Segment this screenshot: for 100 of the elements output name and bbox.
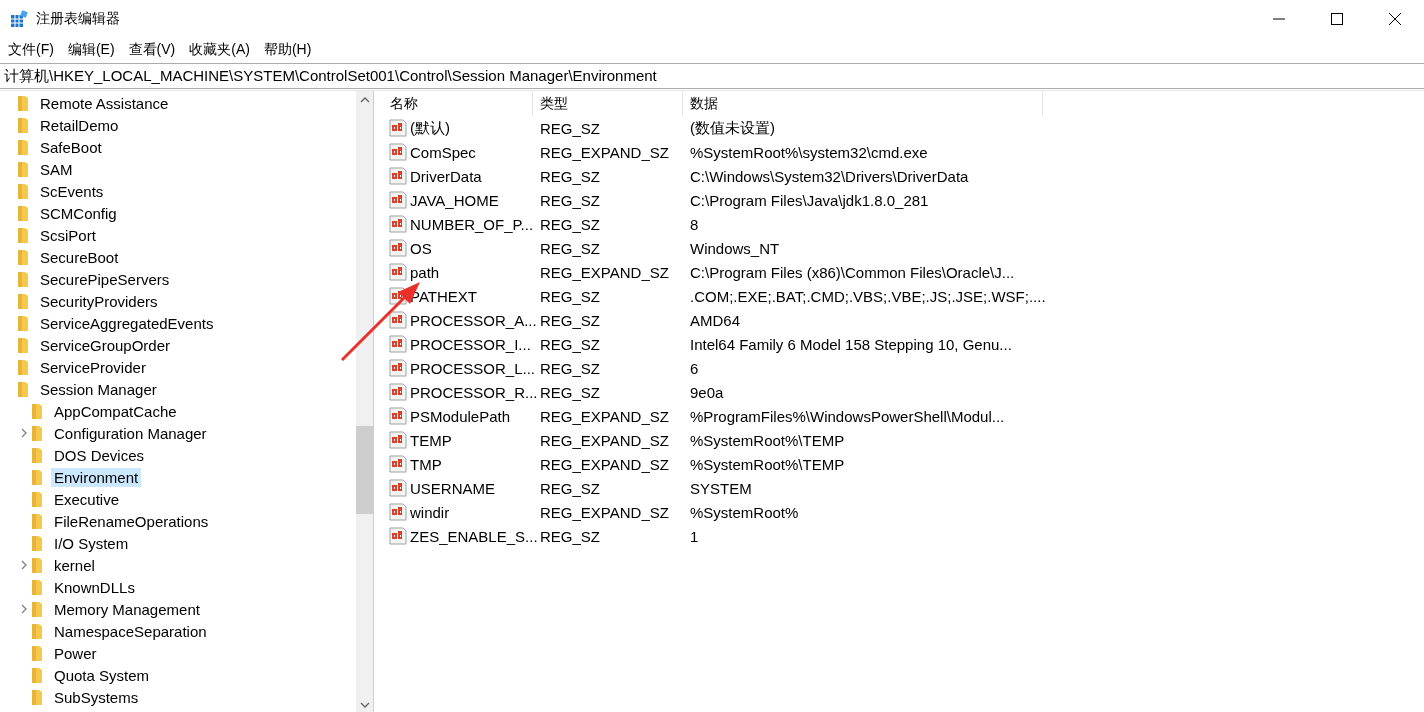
tree-item[interactable]: Quota System — [51, 665, 153, 685]
tree-item[interactable]: ScsiPort — [37, 225, 99, 245]
table-cell-text: 6 — [689, 359, 700, 377]
tree-item[interactable]: SCMConfig — [37, 203, 120, 223]
menu-item[interactable]: 编辑(E) — [61, 39, 121, 61]
tree-item[interactable]: DOS Devices — [51, 445, 148, 465]
string-value-icon — [389, 191, 407, 209]
table-cell-text: REG_EXPAND_SZ — [539, 263, 670, 281]
window-title: 注册表编辑器 — [36, 10, 121, 28]
table-cell-text: C:\Program Files\Java\jdk1.8.0_281 — [689, 191, 930, 209]
tree-item[interactable]: ServiceProvider — [37, 357, 149, 377]
table-cell-text: REG_SZ — [539, 335, 601, 353]
table-cell-text: REG_SZ — [539, 191, 601, 209]
tree-item[interactable]: KnownDLLs — [51, 577, 138, 597]
folder-icon — [31, 512, 43, 530]
tree-item[interactable]: Power — [51, 643, 100, 663]
table-cell-text: REG_EXPAND_SZ — [539, 455, 670, 473]
tree-item[interactable]: Remote Assistance — [37, 93, 172, 113]
tree-item[interactable]: SecurePipeServers — [37, 269, 173, 289]
table-cell-text: 8 — [689, 215, 700, 233]
table-cell: windir — [410, 503, 450, 521]
string-value-icon — [389, 359, 407, 377]
folder-icon — [31, 446, 43, 464]
table-cell-text: %ProgramFiles%\WindowsPowerShell\Modul... — [689, 407, 1006, 425]
table-cell-text: REG_EXPAND_SZ — [539, 143, 670, 161]
column-header[interactable]: 类型 — [533, 91, 683, 116]
folder-icon — [17, 160, 29, 178]
folder-icon — [31, 644, 43, 662]
column-header[interactable]: 数据 — [683, 91, 1043, 116]
tree-item[interactable]: Configuration Manager — [51, 423, 210, 443]
table-cell: JAVA_HOME — [410, 191, 499, 209]
menu-item[interactable]: 查看(V) — [122, 39, 182, 61]
maximize-icon — [1331, 13, 1343, 25]
tree-item[interactable]: I/O System — [51, 533, 132, 553]
table-cell: path — [410, 263, 440, 281]
menu-item[interactable]: 帮助(H) — [257, 39, 318, 61]
string-value-icon — [389, 431, 407, 449]
tree-item[interactable]: ServiceGroupOrder — [37, 335, 174, 355]
tree-item[interactable]: ScEvents — [37, 181, 107, 201]
string-value-icon — [389, 143, 407, 161]
table-cell: DriverData — [410, 167, 482, 185]
expand-chevron-icon[interactable] — [20, 428, 28, 438]
table-cell-text: %SystemRoot%\TEMP — [689, 431, 846, 449]
folder-icon — [31, 578, 43, 596]
tree-item[interactable]: SubSystems — [51, 687, 142, 707]
table-cell: PROCESSOR_I... — [410, 335, 531, 353]
scrollbar[interactable] — [356, 91, 373, 712]
tree-item[interactable]: Executive — [51, 489, 123, 509]
string-value-icon — [389, 407, 407, 425]
tree-item[interactable]: FileRenameOperations — [51, 511, 212, 531]
folder-icon — [31, 622, 43, 640]
address-bar[interactable]: 计算机\HKEY_LOCAL_MACHINE\SYSTEM\ControlSet001\Control\Session Manager\Environment — [0, 63, 1424, 89]
tree-item[interactable]: ServiceAggregatedEvents — [37, 313, 217, 333]
menu-item[interactable]: 收藏夹(A) — [183, 39, 256, 61]
string-value-icon — [389, 263, 407, 281]
folder-icon — [17, 138, 29, 156]
folder-icon — [31, 666, 43, 684]
tree-item[interactable]: kernel — [51, 555, 98, 575]
table-cell: TMP — [410, 455, 442, 473]
string-value-icon — [389, 479, 407, 497]
tree-item[interactable]: SecureBoot — [37, 247, 122, 267]
tree-item[interactable]: NamespaceSeparation — [51, 621, 210, 641]
tree-item[interactable]: Environment — [51, 467, 142, 487]
folder-icon — [31, 424, 43, 442]
folder-icon — [31, 402, 43, 420]
menu-item[interactable]: 文件(F) — [2, 39, 60, 61]
table-cell-text: REG_SZ — [539, 383, 601, 401]
table-cell-text: REG_SZ — [539, 239, 601, 257]
expand-chevron-icon[interactable] — [20, 604, 28, 614]
folder-icon — [17, 292, 29, 310]
table-cell-text: 1 — [689, 527, 700, 545]
tree-item[interactable]: SAM — [37, 159, 76, 179]
tree-item[interactable]: RetailDemo — [37, 115, 122, 135]
folder-icon — [17, 336, 29, 354]
tree-item[interactable]: Memory Management — [51, 599, 203, 619]
folder-icon — [17, 182, 29, 200]
scrollbar-thumb[interactable] — [356, 426, 373, 514]
column-header[interactable]: 名称 — [383, 91, 533, 116]
table-cell: PROCESSOR_R... — [410, 383, 538, 401]
expand-chevron-icon[interactable] — [20, 560, 28, 570]
tree-item[interactable]: SafeBoot — [37, 137, 105, 157]
table-cell-text: REG_SZ — [539, 527, 601, 545]
table-cell-text: %SystemRoot% — [689, 503, 800, 521]
tree-item[interactable]: AppCompatCache — [51, 401, 180, 421]
table-cell: PROCESSOR_A... — [410, 311, 537, 329]
tree-item[interactable]: SecurityProviders — [37, 291, 161, 311]
folder-icon — [17, 380, 29, 398]
tree-item[interactable]: Session Manager — [37, 379, 160, 399]
table-cell-text: REG_EXPAND_SZ — [539, 431, 670, 449]
folder-icon — [17, 94, 29, 112]
table-cell-text: (数值未设置) — [689, 118, 776, 138]
table-cell-text: REG_SZ — [539, 215, 601, 233]
string-value-icon — [389, 239, 407, 257]
table-cell: OS — [410, 239, 432, 257]
folder-icon — [17, 358, 29, 376]
table-cell-text: %SystemRoot%\system32\cmd.exe — [689, 143, 929, 161]
table-cell: NUMBER_OF_P... — [410, 215, 534, 233]
table-cell-text: REG_EXPAND_SZ — [539, 407, 670, 425]
app-icon — [10, 10, 28, 28]
folder-icon — [31, 490, 43, 508]
